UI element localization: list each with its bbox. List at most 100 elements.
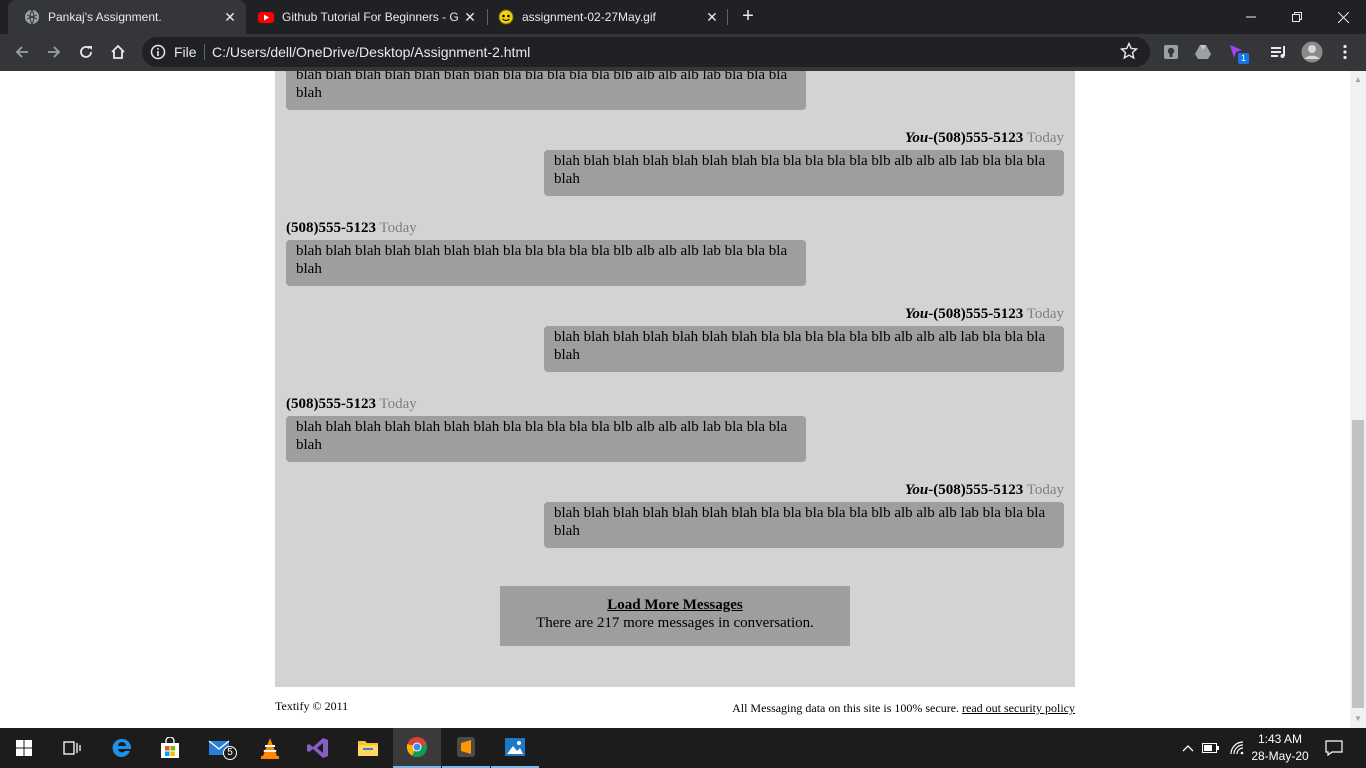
close-window-button[interactable] — [1320, 0, 1366, 34]
tray-overflow-button[interactable] — [1178, 728, 1198, 768]
address-bar[interactable]: File C:/Users/dell/OneDrive/Desktop/Assi… — [142, 37, 1150, 67]
back-button[interactable] — [8, 38, 36, 66]
photos-taskbar-button[interactable] — [491, 728, 539, 768]
message-meta-received: (508)555-5123 Today — [286, 395, 417, 413]
scheme-label: File — [174, 44, 197, 60]
wifi-tray-icon-button[interactable] — [1226, 728, 1248, 768]
url-text[interactable]: C:/Users/dell/OneDrive/Desktop/Assignmen… — [212, 44, 530, 60]
media-control-button[interactable] — [1268, 41, 1290, 63]
tab-github-tutorial[interactable]: Github Tutorial For Beginners - G ✕ — [246, 0, 486, 34]
message-bubble-received: blah blah blah blah blah blah blah bla b… — [286, 240, 806, 286]
arrow-left-icon — [15, 46, 28, 58]
extension-lightbulb-button[interactable] — [1160, 41, 1182, 63]
message-text: blah blah blah blah blah blah blah bla b… — [296, 71, 788, 101]
message-text: blah blah blah blah blah blah blah bla b… — [554, 329, 1046, 363]
wifi-icon — [1230, 741, 1244, 755]
message-text: blah blah blah blah blah blah blah bla b… — [554, 505, 1046, 539]
you-label: You — [904, 130, 929, 146]
sender-phone: (508)555-5123 — [286, 396, 376, 412]
load-more-link[interactable]: Load More Messages — [500, 596, 850, 614]
message-meta-sent: You-(508)555-5123 Today — [905, 305, 1064, 323]
sender-phone: (508)555-5123 — [286, 220, 376, 236]
security-text: All Messaging data on this site is 100% … — [732, 701, 960, 715]
message-text: blah blah blah blah blah blah blah bla b… — [296, 419, 788, 453]
vlc-taskbar-button[interactable] — [246, 728, 294, 768]
system-clock[interactable]: 1:43 AM 28-May-20 — [1248, 731, 1312, 765]
action-center-button[interactable] — [1318, 728, 1350, 768]
sublime-text-taskbar-button[interactable] — [442, 728, 490, 768]
clock-date: 28-May-20 — [1251, 749, 1309, 763]
new-tab-button[interactable]: + — [737, 5, 759, 27]
extension-badge-button[interactable]: 1 — [1226, 41, 1249, 64]
security-policy-link[interactable]: read out security policy — [962, 701, 1075, 715]
close-tab-icon[interactable]: ✕ — [462, 9, 478, 25]
tab-separator — [727, 9, 728, 25]
store-taskbar-button[interactable] — [146, 728, 194, 768]
tab-assignment-gif[interactable]: assignment-02-27May.gif ✕ — [488, 0, 728, 34]
profile-avatar[interactable] — [1300, 40, 1324, 64]
mail-badge: 5 — [223, 746, 237, 760]
message-bubble-received: blah blah blah blah blah blah blah bla b… — [286, 416, 806, 462]
photos-icon — [505, 738, 525, 756]
file-explorer-taskbar-button[interactable] — [344, 728, 392, 768]
message-bubble-sent: blah blah blah blah blah blah blah bla b… — [544, 150, 1064, 196]
task-view-button[interactable] — [48, 728, 96, 768]
reload-button[interactable] — [72, 38, 100, 66]
start-button[interactable] — [0, 728, 48, 768]
info-icon[interactable] — [150, 44, 166, 60]
conversation-panel: blah blah blah blah blah blah blah bla b… — [275, 71, 1075, 687]
edge-icon — [112, 738, 131, 757]
extension-badge: 1 — [1238, 53, 1249, 64]
close-tab-icon[interactable]: ✕ — [222, 9, 238, 25]
mail-taskbar-button[interactable]: 5 — [196, 728, 244, 768]
home-icon — [111, 44, 125, 59]
minimize-button[interactable] — [1228, 0, 1274, 34]
tab-title: Github Tutorial For Beginners - G — [282, 10, 458, 24]
scrollbar-thumb[interactable] — [1352, 420, 1364, 708]
home-button[interactable] — [104, 38, 132, 66]
address-separator — [204, 44, 205, 60]
sublime-text-icon — [457, 737, 475, 757]
you-label: You — [904, 306, 929, 322]
playlist-icon — [1271, 46, 1285, 58]
chrome-icon — [406, 737, 428, 758]
tab-title: Pankaj's Assignment. — [48, 10, 162, 24]
gif-smiley-icon — [498, 9, 514, 25]
message-meta-sent: You-(508)555-5123 Today — [905, 481, 1064, 499]
chrome-taskbar-button[interactable] — [393, 728, 441, 768]
edge-taskbar-button[interactable] — [98, 728, 146, 768]
page-scrollbar[interactable]: ▲ ▼ — [1350, 71, 1366, 728]
forward-button[interactable] — [40, 38, 68, 66]
close-icon — [1337, 11, 1349, 23]
page-viewport: blah blah blah blah blah blah blah bla b… — [0, 71, 1350, 728]
folder-icon — [358, 741, 378, 756]
close-tab-icon[interactable]: ✕ — [704, 9, 720, 25]
message-time: Today — [1026, 130, 1064, 146]
lightbulb-icon — [1164, 45, 1178, 59]
message-text: blah blah blah blah blah blah blah bla b… — [296, 243, 788, 277]
restore-button[interactable] — [1274, 0, 1320, 34]
drive-icon — [1195, 45, 1211, 59]
visual-studio-icon — [307, 738, 328, 758]
visual-studio-taskbar-button[interactable] — [294, 728, 342, 768]
battery-tray-icon-button[interactable] — [1200, 728, 1222, 768]
sender-phone: -(508)555-5123 — [928, 306, 1024, 322]
scroll-up-arrow-icon[interactable]: ▲ — [1354, 75, 1362, 84]
scroll-down-arrow-icon[interactable]: ▼ — [1354, 714, 1362, 723]
message-bubble-sent: blah blah blah blah blah blah blah bla b… — [544, 502, 1064, 548]
message-time: Today — [1026, 306, 1064, 322]
windows-logo-icon — [16, 740, 32, 756]
tab-pankajs-assignment[interactable]: Pankaj's Assignment. ✕ — [8, 0, 246, 34]
extension-drive-button[interactable] — [1192, 41, 1214, 63]
store-icon — [161, 737, 179, 758]
bookmark-star-icon[interactable] — [1120, 42, 1138, 60]
browser-menu-button[interactable] — [1334, 41, 1356, 63]
reload-icon — [80, 46, 92, 58]
message-meta-sent: You-(508)555-5123 Today — [905, 129, 1064, 147]
sender-phone: -(508)555-5123 — [928, 482, 1024, 498]
battery-icon — [1202, 743, 1219, 753]
footer-security: All Messaging data on this site is 100% … — [732, 701, 1075, 716]
sender-phone: -(508)555-5123 — [928, 130, 1024, 146]
message-time: Today — [1026, 482, 1064, 498]
avatar-icon — [1301, 41, 1323, 63]
